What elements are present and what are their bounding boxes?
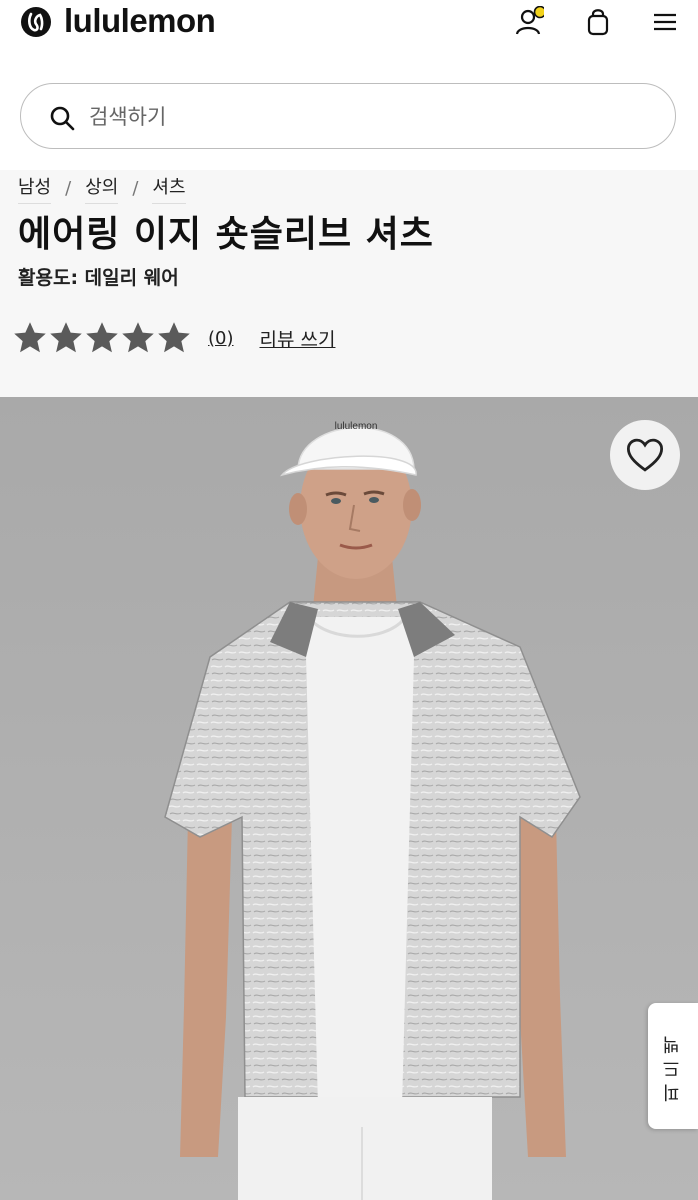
write-review-link[interactable]: 리뷰 쓰기 [260, 325, 336, 352]
star-icon [158, 322, 190, 353]
rating-row: (0) 리뷰 쓰기 [12, 320, 335, 356]
wishlist-button[interactable] [610, 420, 680, 490]
brand-wordmark[interactable]: lululemon [64, 2, 216, 40]
search-icon [50, 106, 75, 131]
star-icon [50, 322, 82, 353]
star-icon [86, 322, 118, 353]
search-bar[interactable] [20, 83, 676, 149]
breadcrumb-item[interactable]: 상의 [85, 173, 119, 204]
breadcrumb-item[interactable]: 셔츠 [152, 173, 186, 204]
star-icon [14, 322, 46, 353]
breadcrumb-separator: / [65, 178, 72, 199]
cap-logo-text: lululemon [335, 421, 378, 432]
wishlist-heart-icon [626, 438, 664, 472]
feedback-tab[interactable]: 피드백 [648, 1003, 698, 1129]
product-image[interactable]: lululemon [0, 397, 698, 1200]
breadcrumb: 남성 / 상의 / 셔츠 [18, 173, 186, 204]
shopping-bag-icon[interactable] [582, 6, 614, 38]
product-activity: 활용도: 데일리 웨어 [18, 267, 179, 289]
review-count-link[interactable]: (0) [208, 328, 234, 349]
product-title: 에어링 이지 숏슬리브 셔츠 [18, 214, 434, 255]
feedback-tab-label: 피드백 [662, 1030, 683, 1102]
breadcrumb-separator: / [132, 178, 139, 199]
search-input[interactable] [87, 98, 651, 136]
menu-icon[interactable] [650, 6, 682, 38]
model-photo: lululemon [0, 397, 698, 1200]
breadcrumb-item[interactable]: 남성 [18, 173, 52, 204]
star-icon [122, 322, 154, 353]
star-rating[interactable] [12, 320, 192, 356]
account-icon[interactable] [512, 6, 544, 38]
site-header: lululemon [0, 0, 698, 50]
lululemon-logo-icon[interactable] [20, 6, 52, 38]
